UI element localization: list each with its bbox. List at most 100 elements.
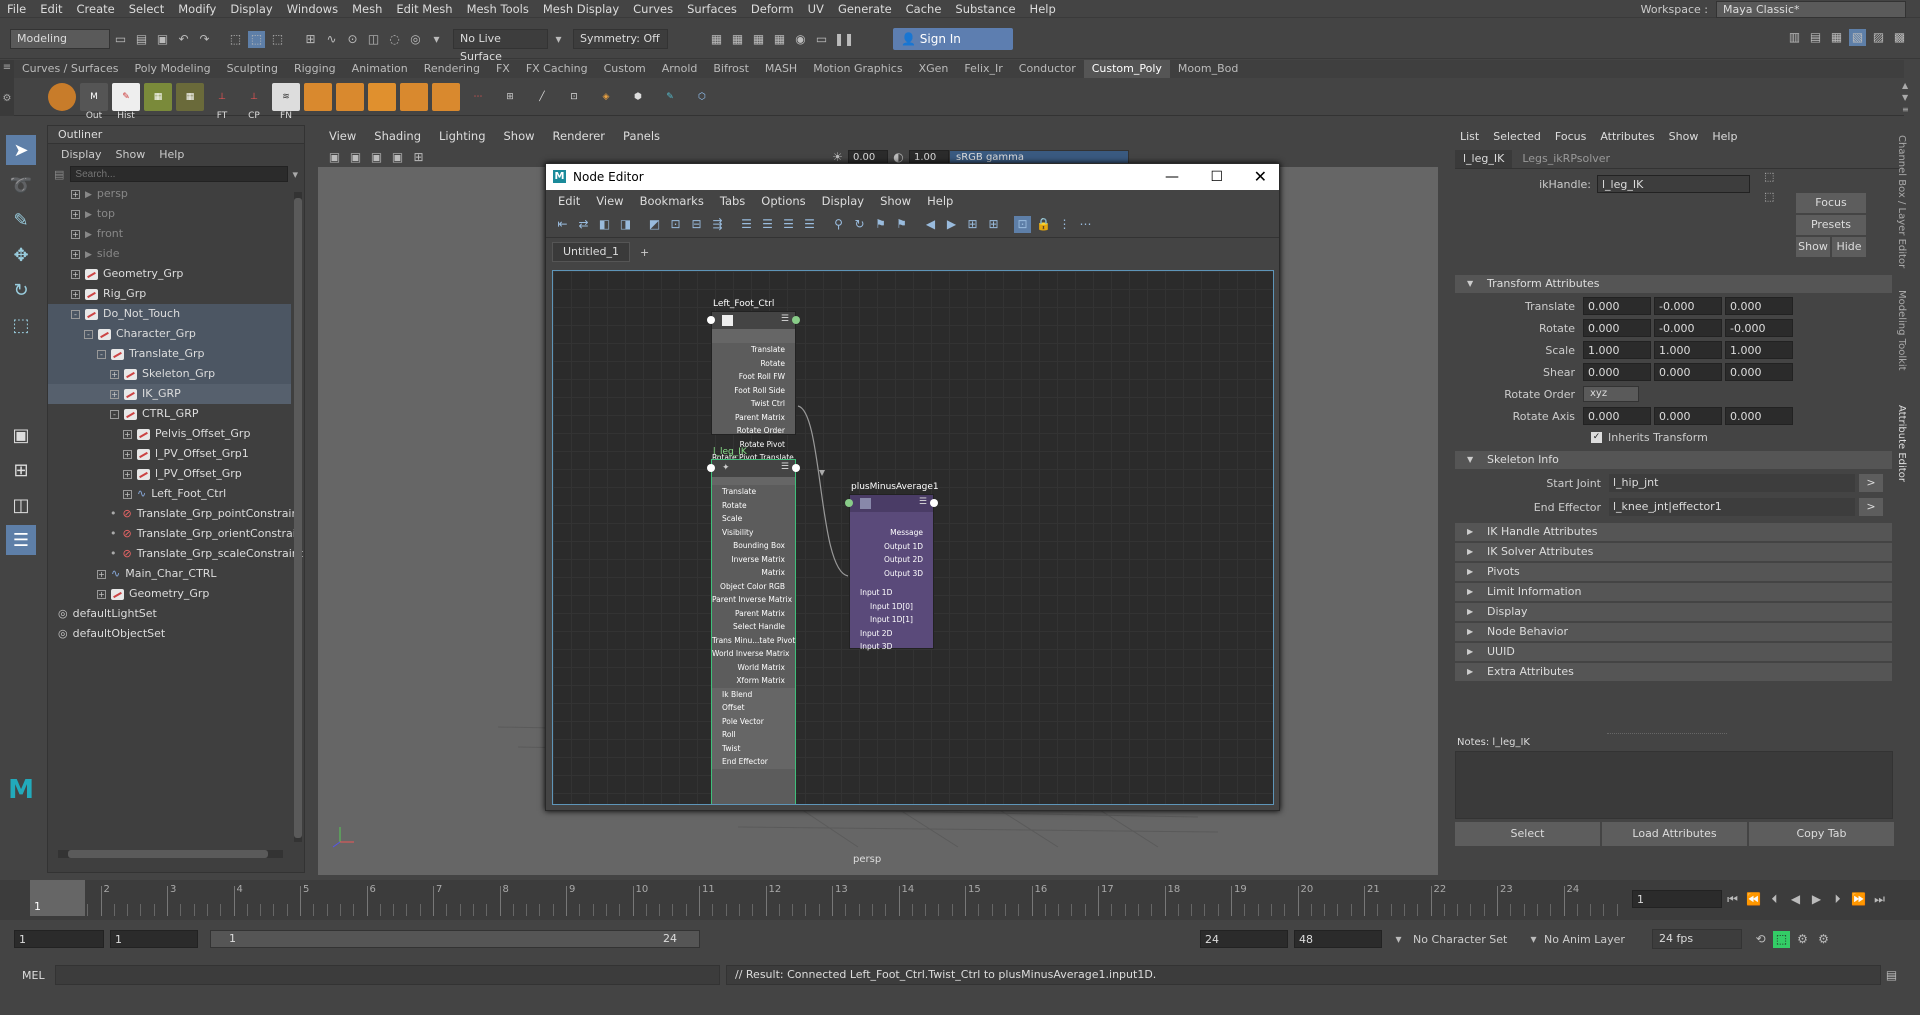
node-attr[interactable]: Parent Matrix xyxy=(712,607,795,621)
ikhandle-name-field[interactable]: l_leg_IK xyxy=(1597,175,1750,193)
rotate-axis-x[interactable]: 0.000 xyxy=(1583,407,1651,425)
node-attr[interactable]: Roll xyxy=(712,728,795,742)
next-bookmark-icon[interactable]: ▶ xyxy=(943,216,960,233)
expand-icon[interactable]: + xyxy=(71,250,80,259)
character-set-arrow-icon[interactable]: ▾ xyxy=(1390,931,1407,948)
section-ik-solver-attributes[interactable]: IK Solver Attributes xyxy=(1455,543,1892,561)
fps-select[interactable]: 24 fps xyxy=(1652,929,1742,949)
transform-value-z[interactable]: 0.000 xyxy=(1725,297,1793,315)
full-mode-icon[interactable]: ☰ xyxy=(780,216,797,233)
shelf-tab-custom[interactable]: Custom xyxy=(596,60,654,78)
ae-menu-help[interactable]: Help xyxy=(1705,130,1744,143)
settings-icon[interactable]: ⚙ xyxy=(1815,931,1832,948)
frame-all-icon[interactable]: ⊡ xyxy=(667,216,684,233)
menu-uv[interactable]: UV xyxy=(801,0,831,18)
snap-surface-icon[interactable]: ◌ xyxy=(386,31,403,48)
normals-icon[interactable]: ≋ FN xyxy=(272,82,300,121)
viewport-menu-view[interactable]: View xyxy=(320,125,365,147)
viewport-menu-show[interactable]: Show xyxy=(495,125,544,147)
node-attr[interactable]: End Effector xyxy=(712,755,795,769)
anim-layer-label[interactable]: No Anim Layer xyxy=(1544,933,1644,946)
undo-icon[interactable]: ↶ xyxy=(175,31,192,48)
node-attr[interactable]: Rotate Order xyxy=(712,424,795,438)
menu-select[interactable]: Select xyxy=(122,0,171,18)
outliner-item[interactable]: • ⊘ Translate_Grp_pointConstrain xyxy=(48,504,298,524)
outliner-item[interactable]: + l_PV_Offset_Grp xyxy=(48,464,291,484)
snap-curve-icon[interactable]: ∿ xyxy=(323,31,340,48)
menu-generate[interactable]: Generate xyxy=(831,0,899,18)
go-end-icon[interactable]: ⏭ xyxy=(1871,891,1888,908)
prev-bookmark-icon[interactable]: ◀ xyxy=(922,216,939,233)
outliner-item[interactable]: + l_PV_Offset_Grp1 xyxy=(48,444,291,464)
dropdown-arrow-icon[interactable]: ▾ xyxy=(550,31,567,48)
outliner-item[interactable]: + Pelvis_Offset_Grp xyxy=(48,424,291,444)
history-shelf-icon[interactable]: ✎ Hist xyxy=(112,82,140,121)
outliner-item[interactable]: + Rig_Grp xyxy=(48,284,291,304)
outliner-item[interactable]: • ⊘ Translate_Grp_orientConstrain xyxy=(48,524,303,544)
play-back-icon[interactable]: ◀ xyxy=(1787,891,1804,908)
render-region-icon[interactable]: ▦ xyxy=(729,31,746,48)
outliner-menu-display[interactable]: Display xyxy=(54,148,109,161)
combine-icon[interactable] xyxy=(432,82,460,111)
go-start-icon[interactable]: ⏮ xyxy=(1724,891,1741,908)
node-attr[interactable]: Translate xyxy=(712,343,795,357)
ae-menu-selected[interactable]: Selected xyxy=(1486,130,1548,143)
snap-point-icon[interactable]: ⊙ xyxy=(344,31,361,48)
search-node-icon[interactable]: ⚲ xyxy=(830,216,847,233)
node-attr[interactable]: Ik Blend xyxy=(712,687,795,701)
node-attr[interactable]: World Matrix xyxy=(712,661,795,675)
shelf-tab-mash[interactable]: MASH xyxy=(757,60,805,78)
expand-icon[interactable]: + xyxy=(71,230,80,239)
expand-icon[interactable]: + xyxy=(71,290,80,299)
node-attr[interactable]: Object Color RGB xyxy=(712,580,795,594)
shelf-tab-curves-surfaces[interactable]: Curves / Surfaces xyxy=(14,60,127,78)
add-tab-button[interactable]: + xyxy=(630,246,659,259)
ne-menu-show[interactable]: Show xyxy=(872,190,919,212)
hypershade-icon[interactable]: ◉ xyxy=(792,31,809,48)
shelf-tab-rendering[interactable]: Rendering xyxy=(416,60,488,78)
expand-icon[interactable]: + xyxy=(123,470,132,479)
outliner-item[interactable]: + ▶ front xyxy=(48,224,291,244)
presets-arrow-icon[interactable]: ⬚ xyxy=(1764,187,1774,207)
step-forward-icon[interactable]: ⏵ xyxy=(1829,891,1846,908)
freeze-transform-icon[interactable]: ⊥ FT xyxy=(208,83,236,121)
grid-snap-icon[interactable]: ⊞ xyxy=(964,216,981,233)
ne-menu-bookmarks[interactable]: Bookmarks xyxy=(632,190,712,212)
section-extra-attributes[interactable]: Extra Attributes xyxy=(1455,663,1892,681)
ne-menu-display[interactable]: Display xyxy=(814,190,872,212)
current-frame-marker[interactable]: 1 xyxy=(30,880,85,916)
uv-icon[interactable]: ▦ xyxy=(144,82,172,111)
node-l-leg-ik[interactable]: ✦ ☰ Translate Rotate Scale Visibility Boundi… xyxy=(707,459,800,804)
menu-edit-mesh[interactable]: Edit Mesh xyxy=(389,0,459,18)
shelf-tab-custom-poly[interactable]: Custom_Poly xyxy=(1083,60,1170,78)
node-editor-titlebar[interactable]: M Node Editor — ☐ ✕ xyxy=(546,164,1279,190)
expand-icon[interactable]: + xyxy=(97,570,106,579)
ae-select-button[interactable]: Select xyxy=(1455,822,1600,846)
bookmark-add-icon[interactable]: ⚑ xyxy=(893,216,910,233)
shelf-tab-sculpting[interactable]: Sculpting xyxy=(219,60,286,78)
ae-menu-attributes[interactable]: Attributes xyxy=(1593,130,1661,143)
layout-icon-3[interactable]: ▦ xyxy=(1828,29,1845,46)
single-view-icon[interactable]: ▣ xyxy=(6,420,36,450)
transform-value-y[interactable]: -0.000 xyxy=(1654,319,1722,337)
transform-value-z[interactable]: 1.000 xyxy=(1725,341,1793,359)
outliner-menu-help[interactable]: Help xyxy=(152,148,191,161)
section-node-behavior[interactable]: Node Behavior xyxy=(1455,623,1892,641)
node-attr[interactable]: Input 1D xyxy=(850,586,933,600)
shelf-tab-fx-caching[interactable]: FX Caching xyxy=(518,60,596,78)
tab-l-leg-ik[interactable]: l_leg_IK xyxy=(1455,149,1513,168)
collapse-icon[interactable]: - xyxy=(84,330,93,339)
menu-mesh-tools[interactable]: Mesh Tools xyxy=(460,0,536,18)
node-attr[interactable]: Offset xyxy=(712,701,795,715)
expand-icon[interactable]: + xyxy=(110,370,119,379)
node-attr[interactable]: Foot Roll FW xyxy=(712,370,795,384)
merge-icon[interactable]: ⋯ xyxy=(464,83,492,111)
select-hierarchy-icon[interactable]: ⬚ xyxy=(227,31,244,48)
outliner-hscroll[interactable] xyxy=(58,850,283,858)
pause-icon[interactable]: ❚❚ xyxy=(834,31,854,48)
delete-history-icon[interactable]: M Out xyxy=(80,82,108,121)
outliner-item[interactable]: + IK_GRP xyxy=(48,384,291,404)
ne-menu-options[interactable]: Options xyxy=(753,190,813,212)
collapse-icon[interactable]: - xyxy=(110,410,119,419)
ae-menu-focus[interactable]: Focus xyxy=(1548,130,1593,143)
